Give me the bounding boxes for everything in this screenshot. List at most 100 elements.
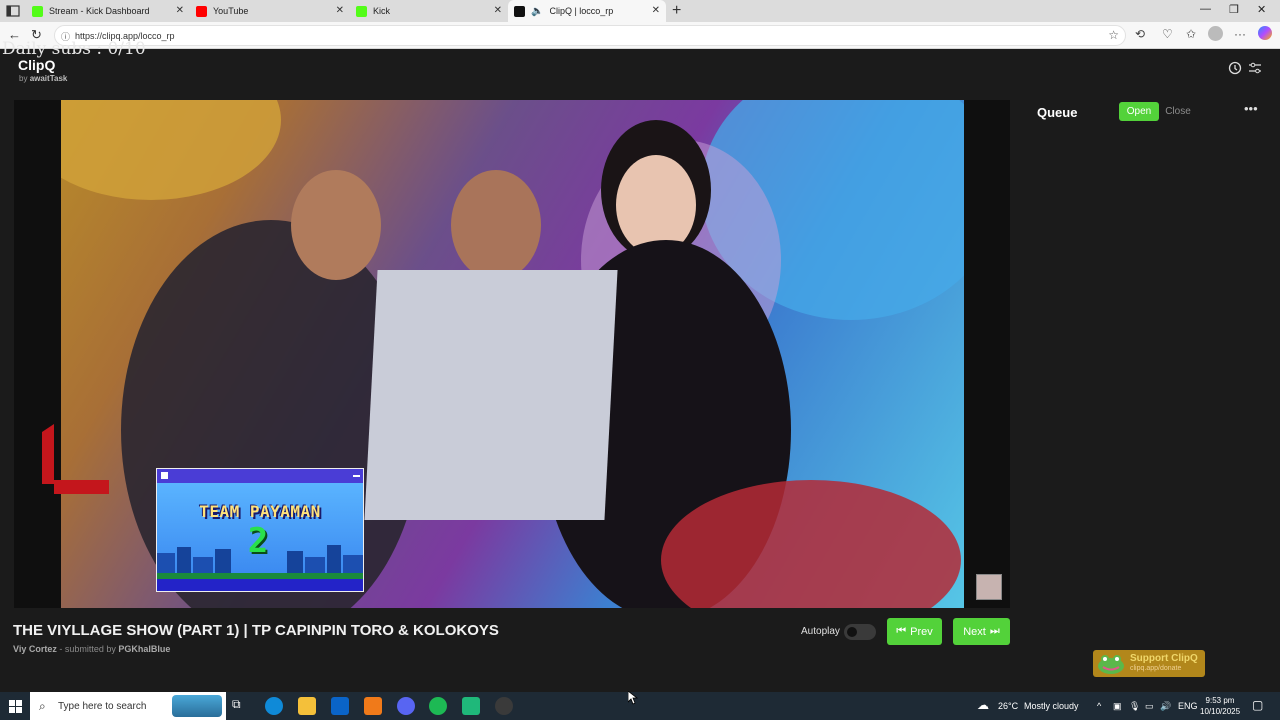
- mouse-cursor-icon: [628, 691, 638, 705]
- tab-label: YouTube: [213, 6, 249, 16]
- stage-sign: [61, 100, 281, 200]
- browser-essentials-icon[interactable]: ♡: [1162, 27, 1173, 41]
- support-clipq-button[interactable]: Support ClipQ clipq.app/donate: [1093, 650, 1205, 677]
- browser-toolbar: ← ↻ ⓘ https://clipq.app/locco_rp ☆ ⟲ ♡ ✩…: [0, 22, 1280, 49]
- discord-icon[interactable]: [397, 697, 415, 715]
- microphone-icon[interactable]: 🎙: [1129, 701, 1140, 712]
- search-highlight-icon: [172, 695, 222, 717]
- clip-title: THE VIYLLAGE SHOW (PART 1) | TP CAPINPIN…: [13, 622, 499, 639]
- app-title: ClipQ: [18, 57, 56, 73]
- settings-sliders-icon[interactable]: [1248, 61, 1262, 75]
- obs-icon[interactable]: [495, 697, 513, 715]
- toggle-knob: [847, 627, 857, 637]
- speaker-icon[interactable]: 🔈: [531, 6, 543, 17]
- close-tab-icon[interactable]: ✕: [336, 5, 344, 16]
- close-window-icon[interactable]: ✕: [1257, 3, 1266, 16]
- volume-icon[interactable]: 🔊: [1160, 701, 1171, 712]
- system-clock[interactable]: 9:53 pm 10/10/2025: [1200, 695, 1240, 717]
- favorites-icon[interactable]: ✩: [1186, 27, 1196, 41]
- clip-submitter[interactable]: PGKhalBlue: [118, 644, 170, 654]
- autoplay-label: Autoplay: [801, 626, 840, 637]
- streaming-app-icon[interactable]: [462, 697, 480, 715]
- minimize-icon[interactable]: —: [1200, 3, 1211, 15]
- tab-youtube[interactable]: YouTube ✕: [190, 0, 350, 22]
- skip-back-icon: ⏮: [896, 625, 907, 637]
- kick-favicon-icon: [356, 5, 367, 17]
- tab-kick-dashboard[interactable]: Stream - Kick Dashboard ✕: [26, 0, 190, 22]
- extensions-icon[interactable]: ⟲: [1135, 27, 1145, 41]
- blank-board: [364, 270, 618, 520]
- next-label: Next: [963, 625, 986, 638]
- task-view-icon[interactable]: ⧉: [232, 697, 250, 715]
- kick-favicon-icon: [32, 5, 43, 17]
- clip-creator[interactable]: Viy Cortez: [13, 644, 57, 654]
- new-tab-button[interactable]: +: [672, 2, 681, 20]
- queue-open-button[interactable]: Open: [1119, 102, 1159, 121]
- file-explorer-icon[interactable]: [298, 697, 316, 715]
- person-face: [291, 170, 381, 280]
- clip-meta: Viy Cortez - submitted by PGKhalBlue: [13, 644, 170, 654]
- more-menu-icon[interactable]: ···: [1234, 27, 1246, 41]
- browser-tab-strip: Stream - Kick Dashboard ✕ YouTube ✕ Kick…: [0, 0, 1280, 22]
- byline-prefix: by: [19, 74, 28, 83]
- app-byline: by awaitTask: [19, 74, 67, 83]
- inset-title: TEAM PAYAMAN: [199, 502, 321, 521]
- prev-label: Prev: [910, 625, 933, 638]
- notifications-icon[interactable]: ▢: [1252, 698, 1263, 712]
- taskbar-search[interactable]: ⌕ Type here to search: [30, 692, 226, 720]
- tab-actions-icon[interactable]: [6, 4, 20, 18]
- outlook-icon[interactable]: [331, 697, 349, 715]
- submitted-label: - submitted by: [59, 644, 116, 654]
- windows-taskbar: ⌕ Type here to search ⧉ ☁ 26°C Mostly cl…: [0, 692, 1280, 720]
- inset-window-icon: [161, 472, 168, 479]
- queue-title: Queue: [1037, 105, 1078, 120]
- youtube-favicon-icon: [196, 5, 207, 17]
- team-payaman-overlay: TEAM PAYAMAN 2: [156, 468, 364, 592]
- search-placeholder: Type here to search: [58, 701, 147, 712]
- city-skyline: [157, 545, 363, 579]
- clipq-favicon-icon: [514, 5, 525, 17]
- close-tab-icon[interactable]: ✕: [494, 5, 502, 16]
- autoplay-toggle[interactable]: [844, 624, 876, 640]
- tab-kick[interactable]: Kick ✕: [350, 0, 508, 22]
- streamer-thumbnail[interactable]: [976, 574, 1002, 600]
- frog-mascot-icon: [1098, 655, 1124, 674]
- favorite-star-icon[interactable]: ☆: [1108, 28, 1119, 42]
- restore-icon[interactable]: ❐: [1229, 3, 1239, 16]
- network-icon[interactable]: ▭: [1145, 701, 1154, 712]
- close-tab-icon[interactable]: ✕: [176, 5, 184, 16]
- language-indicator[interactable]: ENG: [1178, 701, 1198, 711]
- history-icon[interactable]: [1228, 61, 1242, 75]
- daily-subs-overlay: Daily subs : 0/10: [2, 39, 146, 59]
- spotify-icon[interactable]: [429, 697, 447, 715]
- app-icon[interactable]: [364, 697, 382, 715]
- weather-icon[interactable]: ☁: [977, 698, 989, 712]
- copilot-icon[interactable]: [1258, 26, 1272, 40]
- tab-clipq[interactable]: 🔈 ClipQ | locco_rp ✕: [508, 0, 666, 22]
- prev-button[interactable]: ⏮ Prev: [887, 618, 942, 645]
- address-bar[interactable]: ⓘ https://clipq.app/locco_rp ☆: [54, 25, 1126, 46]
- next-button[interactable]: Next ⏭: [953, 618, 1010, 645]
- tray-expand-icon[interactable]: ^: [1097, 701, 1101, 711]
- tab-label: Stream - Kick Dashboard: [49, 6, 150, 16]
- clipq-app: Daily subs : 0/10 ClipQ by awaitTask TEA…: [0, 39, 1280, 692]
- search-icon: ⌕: [39, 699, 46, 713]
- support-url: clipq.app/donate: [1130, 665, 1182, 672]
- tab-label: Kick: [373, 6, 391, 16]
- tray-app-icon[interactable]: ▣: [1113, 701, 1122, 712]
- inset-minimize-icon: [353, 475, 360, 477]
- inset-footer: [157, 579, 363, 591]
- clock-time: 9:53 pm: [1205, 696, 1235, 705]
- queue-close-button[interactable]: Close: [1163, 102, 1193, 121]
- weather-text: Mostly cloudy: [1024, 701, 1079, 711]
- edge-icon[interactable]: [265, 697, 283, 715]
- skip-forward-icon: ⏭: [989, 625, 1000, 637]
- windows-start-icon[interactable]: [9, 700, 22, 713]
- close-tab-icon[interactable]: ✕: [652, 5, 660, 16]
- byline-author: awaitTask: [29, 74, 68, 83]
- weather-temp: 26°C: [998, 701, 1019, 711]
- person-face: [451, 170, 541, 280]
- clock-date: 10/10/2025: [1200, 707, 1241, 716]
- queue-more-icon[interactable]: •••: [1244, 101, 1258, 116]
- profile-avatar-icon[interactable]: [1208, 26, 1223, 41]
